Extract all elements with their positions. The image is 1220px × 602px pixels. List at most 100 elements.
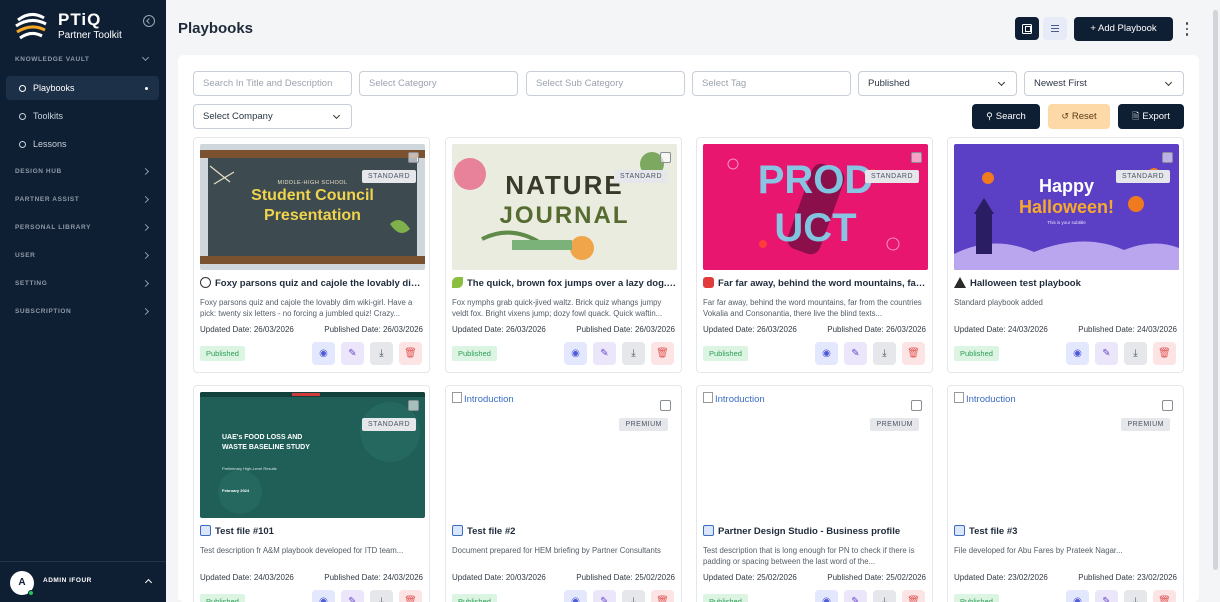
select-checkbox[interactable] (660, 152, 671, 163)
playbook-thumbnail[interactable]: MIDDLE-HIGH SCHOOL Student Council Prese… (200, 144, 425, 270)
subcategory-select[interactable]: Select Sub Category (526, 71, 685, 96)
card-title[interactable]: Foxy parsons quiz and cajole the lovably… (200, 277, 425, 289)
edit-button[interactable]: ✎ (844, 590, 867, 602)
view-button[interactable]: ◉ (1066, 590, 1089, 602)
playbook-card[interactable]: Introduction PREMIUM Test file #3 File d… (947, 385, 1184, 602)
select-checkbox[interactable] (1162, 152, 1173, 163)
playbook-thumbnail[interactable]: Introduction (452, 392, 677, 518)
card-title[interactable]: The quick, brown fox jumps over a lazy d… (452, 277, 677, 289)
select-checkbox[interactable] (911, 152, 922, 163)
playbook-card[interactable]: Introduction PREMIUM Partner Design Stud… (696, 385, 933, 602)
playbook-card[interactable]: Introduction PREMIUM Test file #2 Docume… (445, 385, 682, 602)
playbook-card[interactable]: PROD UCT STANDARD Far far away, behind t… (696, 137, 933, 373)
download-button[interactable]: ⤓ (1124, 590, 1147, 602)
view-button[interactable]: ◉ (564, 342, 587, 365)
grid-view-button[interactable] (1015, 17, 1039, 40)
delete-button[interactable]: 🗑 (399, 342, 422, 365)
delete-button[interactable]: 🗑 (651, 342, 674, 365)
playbook-card[interactable]: UAE's FOOD LOSS AND WASTE BASELINE STUDY… (193, 385, 430, 602)
edit-button[interactable]: ✎ (593, 342, 616, 365)
playbook-card[interactable]: NATURE JOURNAL STANDARD The quick, brown… (445, 137, 682, 373)
sort-select[interactable]: Newest First (1024, 71, 1184, 96)
nav-section-knowledge-vault[interactable]: KNOWLEDGE VAULT (0, 51, 166, 69)
card-title[interactable]: Test file #101 (200, 525, 425, 537)
chevron-up-icon[interactable] (144, 578, 153, 587)
card-title[interactable]: Halloween test playbook (954, 277, 1179, 289)
edit-button[interactable]: ✎ (341, 342, 364, 365)
edit-button[interactable]: ✎ (1095, 590, 1118, 602)
collapse-sidebar-icon[interactable] (143, 15, 155, 27)
sidebar-item-lessons[interactable]: Lessons (6, 132, 159, 156)
download-button[interactable]: ⤓ (873, 590, 896, 602)
card-description: Test description that is long enough for… (703, 546, 915, 566)
card-title[interactable]: Partner Design Studio - Business profile (703, 525, 928, 537)
edit-button[interactable]: ✎ (844, 342, 867, 365)
list-view-icon (1051, 25, 1059, 27)
document-icon (703, 525, 714, 536)
view-button[interactable]: ◉ (815, 590, 838, 602)
view-button[interactable]: ◉ (815, 342, 838, 365)
download-button[interactable]: ⤓ (622, 590, 645, 602)
edit-button[interactable]: ✎ (1095, 342, 1118, 365)
card-title[interactable]: Far far away, behind the word mountains,… (703, 277, 928, 289)
page-scrollbar[interactable] (1213, 10, 1218, 570)
delete-button[interactable]: 🗑 (902, 590, 925, 602)
playbook-thumbnail[interactable]: Introduction (954, 392, 1179, 518)
playbook-card[interactable]: MIDDLE-HIGH SCHOOL Student Council Prese… (193, 137, 430, 373)
download-button[interactable]: ⤓ (370, 590, 393, 602)
delete-button[interactable]: 🗑 (1153, 342, 1176, 365)
brand-logo[interactable]: PTiQ Partner Toolkit (12, 8, 152, 44)
delete-button[interactable]: 🗑 (399, 590, 422, 602)
more-options-icon[interactable] (1184, 21, 1190, 37)
playbook-thumbnail[interactable]: Happy Halloween! This is your subtitle (954, 144, 1179, 270)
reset-button[interactable]: ↺ Reset (1048, 104, 1110, 129)
select-checkbox[interactable] (911, 400, 922, 411)
delete-button[interactable]: 🗑 (902, 342, 925, 365)
delete-button[interactable]: 🗑 (651, 590, 674, 602)
download-button[interactable]: ⤓ (1124, 342, 1147, 365)
card-title-text: Test file #2 (467, 526, 516, 537)
user-menu[interactable]: A ADMIN IFOUR (0, 561, 166, 602)
company-select[interactable]: Select Company (193, 104, 352, 129)
download-icon: ⤓ (1133, 596, 1138, 602)
view-button[interactable]: ◉ (312, 342, 335, 365)
tag-select[interactable]: Select Tag (692, 71, 851, 96)
download-button[interactable]: ⤓ (873, 342, 896, 365)
export-button[interactable]: 🗎 Export (1118, 104, 1184, 129)
search-button[interactable]: ⚲ Search (972, 104, 1040, 129)
view-button[interactable]: ◉ (564, 590, 587, 602)
select-checkbox[interactable] (408, 152, 419, 163)
updated-date: Updated Date: 26/03/2026 (703, 325, 797, 334)
download-button[interactable]: ⤓ (622, 342, 645, 365)
edit-button[interactable]: ✎ (341, 590, 364, 602)
download-button[interactable]: ⤓ (370, 342, 393, 365)
sidebar-item-toolkits[interactable]: Toolkits (6, 104, 159, 128)
published-date: Published Date: 24/03/2026 (1078, 325, 1177, 334)
view-button[interactable]: ◉ (312, 590, 335, 602)
select-checkbox[interactable] (660, 400, 671, 411)
playbook-thumbnail[interactable]: NATURE JOURNAL (452, 144, 677, 270)
view-button[interactable]: ◉ (1066, 342, 1089, 365)
nav-section-user[interactable]: USER (0, 247, 166, 265)
card-title[interactable]: Test file #2 (452, 525, 677, 537)
playbook-thumbnail[interactable]: Introduction (703, 392, 928, 518)
playbook-card[interactable]: Happy Halloween! This is your subtitle S… (947, 137, 1184, 373)
card-title[interactable]: Test file #3 (954, 525, 1179, 537)
category-select[interactable]: Select Category (359, 71, 518, 96)
playbook-thumbnail[interactable]: UAE's FOOD LOSS AND WASTE BASELINE STUDY… (200, 392, 425, 518)
nav-section-partner-assist[interactable]: PARTNER ASSIST (0, 191, 166, 209)
list-view-button[interactable] (1043, 17, 1067, 40)
nav-section-setting[interactable]: SETTING (0, 275, 166, 293)
add-playbook-button[interactable]: + Add Playbook (1074, 17, 1173, 41)
status-select[interactable]: Published (858, 71, 1017, 96)
select-checkbox[interactable] (408, 400, 419, 411)
playbook-thumbnail[interactable]: PROD UCT (703, 144, 928, 270)
nav-section-design-hub[interactable]: DESIGN HUB (0, 163, 166, 181)
nav-section-subscription[interactable]: SUBSCRIPTION (0, 303, 166, 321)
select-checkbox[interactable] (1162, 400, 1173, 411)
delete-button[interactable]: 🗑 (1153, 590, 1176, 602)
nav-section-personal-library[interactable]: PERSONAL LIBRARY (0, 219, 166, 237)
sidebar-item-playbooks[interactable]: Playbooks (6, 76, 159, 100)
search-input[interactable]: Search In Title and Description (193, 71, 352, 96)
edit-button[interactable]: ✎ (593, 590, 616, 602)
